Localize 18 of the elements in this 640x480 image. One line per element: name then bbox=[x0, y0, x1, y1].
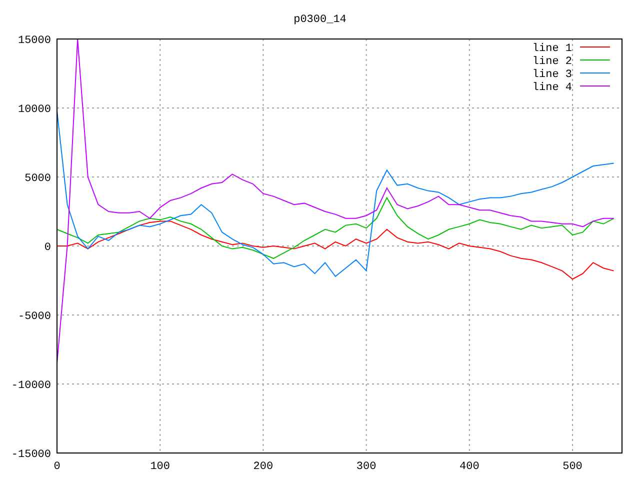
axis-tick-label: -10000 bbox=[11, 380, 51, 392]
axis-tick-label: -5000 bbox=[18, 311, 51, 323]
axis-tick-label: 100 bbox=[150, 461, 170, 473]
axis-tick-label: 10000 bbox=[18, 104, 51, 116]
axis-tick-label: 0 bbox=[54, 461, 60, 473]
axis-tick-label: 5000 bbox=[24, 173, 51, 185]
chart-title: p0300_14 bbox=[294, 14, 346, 26]
legend-label: line 4 bbox=[532, 82, 572, 94]
axis-tick-label: 400 bbox=[460, 461, 480, 473]
axis-tick-label: 0 bbox=[44, 242, 51, 254]
legend-label: line 3 bbox=[532, 69, 572, 81]
axis-tick-label: 300 bbox=[356, 461, 376, 473]
axis-tick-label: 15000 bbox=[18, 35, 51, 47]
axis-tick-label: -15000 bbox=[11, 449, 51, 461]
legend-label: line 2 bbox=[532, 56, 572, 68]
legend-label: line 1 bbox=[532, 43, 572, 55]
axis-tick-label: 500 bbox=[562, 461, 582, 473]
axis-tick-label: 200 bbox=[253, 461, 274, 473]
